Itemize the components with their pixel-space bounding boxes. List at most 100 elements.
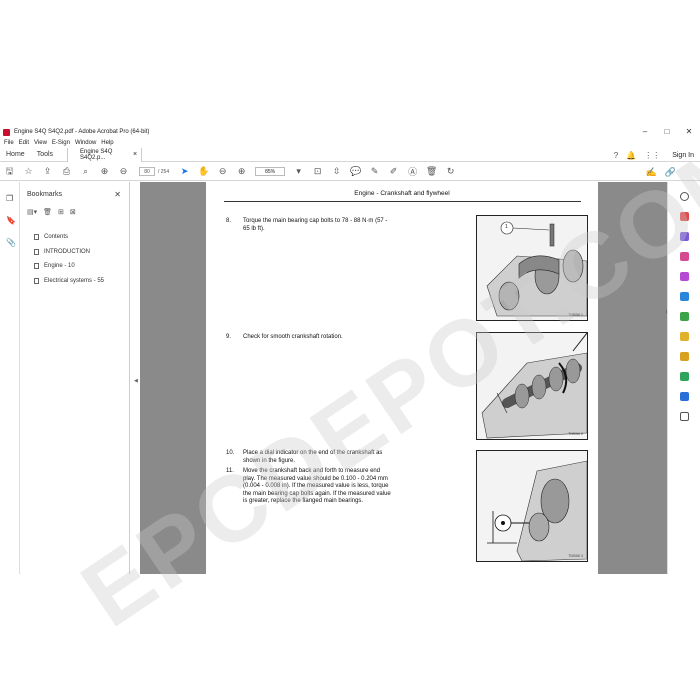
text-edit-icon[interactable]: Ⓐ <box>403 165 422 178</box>
page-total: / 254 <box>158 168 170 175</box>
minimize-button[interactable]: – <box>634 126 656 138</box>
tab-home[interactable]: Home <box>0 151 31 158</box>
sign-in-button[interactable]: Sign In <box>672 152 694 159</box>
delete-bookmark-icon[interactable]: 🗑 <box>43 208 52 216</box>
bookmark-list: Contents INTRODUCTION Engine - 10 Electr… <box>34 230 104 288</box>
tab-document[interactable]: Engine S4Q S4Q2.p... × <box>67 147 143 162</box>
search-icon[interactable]: ⌕ <box>76 166 95 177</box>
bookmark-icon <box>34 248 39 255</box>
fit-page-icon[interactable]: ⊡ <box>308 166 327 177</box>
bookmark-icon <box>34 234 39 241</box>
zoom-level-select[interactable]: 85% <box>255 167 286 176</box>
bookmarks-title: Bookmarks <box>27 191 63 198</box>
figure-crankshaft-rotation: TNS06I 2 <box>476 332 588 440</box>
tab-row: Home Tools Engine S4Q S4Q2.p... × ? 🔔 ⋮⋮… <box>0 147 700 162</box>
export-pdf-icon[interactable] <box>680 292 689 301</box>
new-bookmark-icon[interactable]: ⊞ <box>58 208 64 216</box>
page-header: Engine - Crankshaft and flywheel <box>354 190 450 197</box>
zoom-out-icon[interactable]: ⊖ <box>213 166 232 177</box>
bookmark-settings-icon[interactable]: ⊠ <box>70 208 76 216</box>
create-pdf-icon[interactable] <box>680 212 689 221</box>
menu-edit[interactable]: Edit <box>19 140 29 146</box>
zoom-in-icon[interactable]: ⊕ <box>232 166 251 177</box>
bookmark-options-icon[interactable]: ▤▾ <box>27 208 37 216</box>
more-tools-icon[interactable] <box>680 412 689 421</box>
bookmarks-toolbar: ▤▾ 🗑 ⊞ ⊠ <box>27 208 76 216</box>
crankshaft-rotation-illustration <box>477 333 587 439</box>
menu-help[interactable]: Help <box>101 140 113 146</box>
close-window-button[interactable]: ✕ <box>678 126 700 138</box>
fill-sign-icon[interactable] <box>680 352 689 361</box>
scroll-mode-icon[interactable]: ⇳ <box>327 166 346 177</box>
bookmarks-panel: Bookmarks ✕ ▤▾ 🗑 ⊞ ⊠ Contents INTRODUCTI… <box>20 182 130 574</box>
comment-tool-icon[interactable] <box>680 332 689 341</box>
rotate-icon[interactable]: ↻ <box>441 166 460 177</box>
page-up-icon[interactable]: ⊕ <box>95 166 114 177</box>
bookmark-item-contents[interactable]: Contents <box>34 230 104 245</box>
menu-window[interactable]: Window <box>75 140 96 146</box>
bookmark-item-engine[interactable]: Engine - 10 <box>34 259 104 274</box>
close-tab-button[interactable]: × <box>133 151 137 158</box>
figure-caption: TNS06I 1 <box>568 313 583 317</box>
share-link-icon[interactable]: 🔗 <box>661 167 680 178</box>
print-production-icon[interactable] <box>680 372 689 381</box>
delete-icon[interactable]: 🗑 <box>422 166 441 177</box>
print-icon[interactable]: ⎙ <box>57 166 76 177</box>
collapse-left-panel-icon[interactable]: ◀ <box>134 378 138 384</box>
menu-file[interactable]: File <box>4 140 14 146</box>
pdf-page: Engine - Crankshaft and flywheel 8. Torq… <box>206 182 598 574</box>
hand-tool-icon[interactable]: ✋ <box>194 166 213 177</box>
select-cursor-icon[interactable]: ➤ <box>175 166 194 177</box>
step-number: 9. <box>226 334 232 340</box>
maximize-button[interactable]: □ <box>656 126 678 138</box>
apps-grid-icon[interactable]: ⋮⋮ <box>644 151 660 160</box>
organize-pages-icon[interactable] <box>680 252 689 261</box>
document-viewport[interactable]: Engine - Crankshaft and flywheel 8. Torq… <box>140 182 667 574</box>
scan-ocr-icon[interactable] <box>680 312 689 321</box>
page-thumbnails-icon[interactable]: ❐ <box>6 194 13 203</box>
bookmark-icon <box>34 277 39 284</box>
edit-pdf-icon[interactable] <box>680 272 689 281</box>
step-number: 10. <box>226 450 235 456</box>
dial-indicator-illustration <box>477 451 587 561</box>
document-tab-label: Engine S4Q S4Q2.p... <box>80 148 113 161</box>
bookmarks-panel-icon[interactable]: 🔖 <box>6 216 16 225</box>
step-text: Check for smooth crankshaft rotation. <box>243 334 343 340</box>
bookmark-label: INTRODUCTION <box>44 248 90 255</box>
zoom-search-tool-icon[interactable] <box>680 192 689 201</box>
save-icon[interactable]: 🖫 <box>0 164 19 180</box>
window-title: Engine S4Q S4Q2.pdf - Adobe Acrobat Pro … <box>14 129 150 135</box>
menu-bar: File Edit View E-Sign Window Help <box>0 138 115 148</box>
zoom-dropdown-icon[interactable]: ▾ <box>289 166 308 177</box>
help-icon[interactable]: ? <box>614 151 618 160</box>
acrobat-window: Engine S4Q S4Q2.pdf - Adobe Acrobat Pro … <box>0 112 700 646</box>
sign-icon[interactable]: ✍ <box>642 167 661 178</box>
attachments-icon[interactable]: 📎 <box>6 238 16 247</box>
tab-tools[interactable]: Tools <box>31 151 59 158</box>
upload-cloud-icon[interactable]: ⇪ <box>38 166 57 177</box>
protect-icon[interactable] <box>680 392 689 401</box>
page-down-icon[interactable]: ⊖ <box>114 166 133 177</box>
close-bookmarks-button[interactable]: ✕ <box>114 190 121 199</box>
comment-icon[interactable]: 💬 <box>346 166 365 177</box>
menu-view[interactable]: View <box>34 140 47 146</box>
step-10: 10. Place a dial indicator on the end of… <box>226 450 466 466</box>
bookmark-item-electrical[interactable]: Electrical systems - 55 <box>34 274 104 289</box>
notification-bell-icon[interactable]: 🔔 <box>626 151 636 160</box>
bookmark-label: Engine - 10 <box>44 263 75 270</box>
page-number-input[interactable]: 80 <box>139 167 155 176</box>
step-8: 8. Torque the main bearing cap bolts to … <box>226 218 466 248</box>
step-number: 8. <box>226 218 232 224</box>
step-text: Torque the main bearing cap bolts to 78 … <box>243 218 388 232</box>
bookmark-star-icon[interactable]: ☆ <box>19 166 38 177</box>
header-rule <box>224 201 581 202</box>
draw-icon[interactable]: ✐ <box>384 166 403 177</box>
bookmark-item-introduction[interactable]: INTRODUCTION <box>34 245 104 260</box>
figure-caption: TNS06I 2 <box>568 432 583 436</box>
acrobat-logo-icon <box>3 128 10 136</box>
combine-files-icon[interactable] <box>680 232 689 241</box>
step-9: 9. Check for smooth crankshaft rotation. <box>226 334 466 348</box>
highlight-pen-icon[interactable]: ✎ <box>365 166 384 177</box>
menu-esign[interactable]: E-Sign <box>52 140 70 146</box>
bookmark-label: Contents <box>44 234 69 241</box>
